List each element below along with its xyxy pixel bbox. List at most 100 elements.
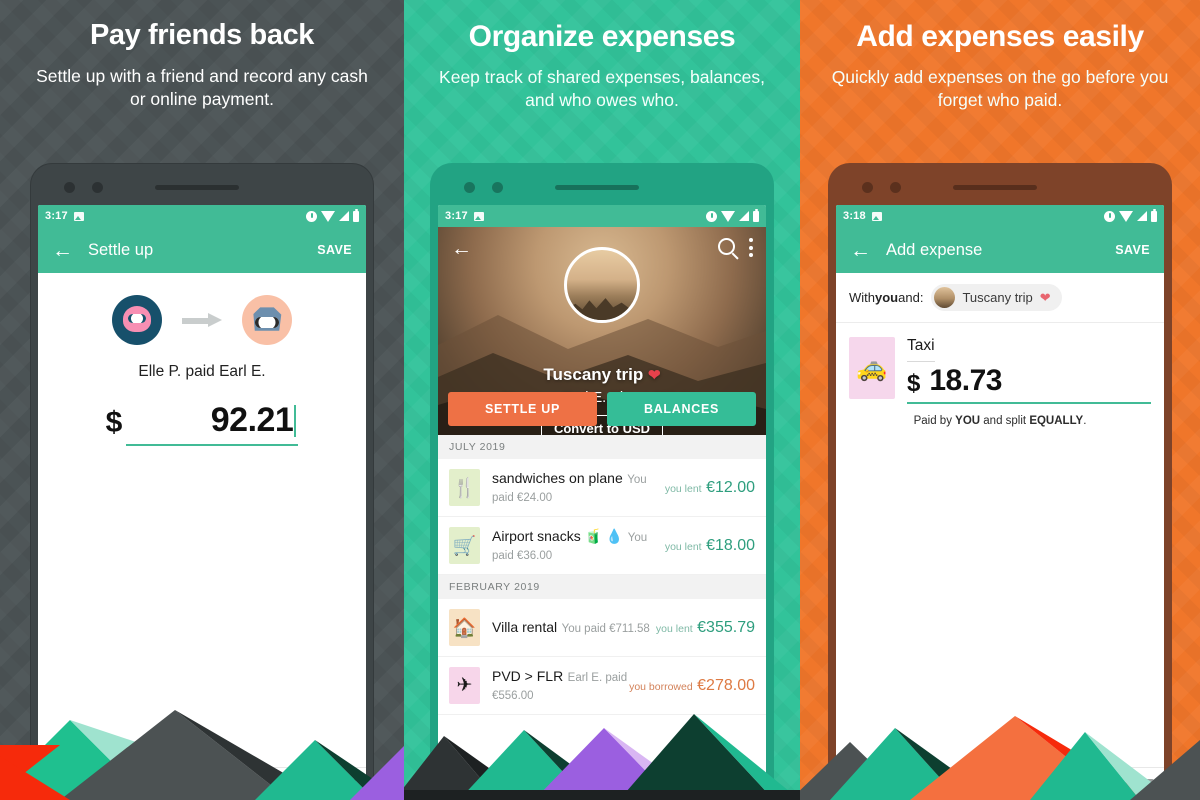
expense-amount: €355.79 [697, 618, 755, 636]
people-icon [120, 779, 139, 792]
alarm-icon [1104, 210, 1115, 222]
panel-pay-friends-back: Pay friends back Settle up with a friend… [0, 0, 404, 800]
panel-headline: Add expenses easily [856, 20, 1144, 53]
signal-icon [339, 211, 349, 221]
meta-date-label: Today [69, 779, 100, 792]
expense-relation-label: you lent [655, 622, 693, 635]
battery-icon [753, 208, 759, 222]
meta-date[interactable]: Today [836, 768, 909, 800]
app-bar: ← Settle up SAVE [38, 227, 366, 273]
expense-row[interactable]: 🛒 Airport snacks 🧃 💧 You paid €36.00 you… [438, 517, 766, 575]
back-arrow-icon[interactable]: ← [850, 240, 876, 261]
avatar-pair [38, 273, 366, 345]
meta-note[interactable] [1127, 768, 1164, 800]
panel-headline: Organize expenses [468, 20, 736, 53]
phone-mockup: 3:18 ← Add expense SAVE With you and: Tu… [828, 163, 1172, 800]
currency-symbol[interactable]: $ [106, 406, 127, 446]
screen-title: Settle up [88, 240, 154, 259]
panel-subhead: Keep track of shared expenses, balances,… [439, 67, 765, 111]
camera-dots-icon [64, 182, 103, 193]
cutlery-icon: 🍴 [449, 469, 480, 506]
expense-row[interactable]: 🏠 Villa rental You paid €711.58 you lent… [438, 599, 766, 657]
meta-group-label: Tuscany trip [943, 779, 1006, 792]
speaker-grill-icon [555, 185, 639, 190]
with-participants-row: With you and: Tuscany trip ❤ [836, 273, 1164, 323]
cart-icon: 🛒 [449, 527, 480, 564]
meta-group[interactable]: Tuscany trip [909, 768, 1088, 800]
speaker-grill-icon [155, 185, 239, 190]
section-header-february: FEBRUARY 2019 [438, 575, 766, 599]
panel-organize-expenses: Organize expenses Keep track of shared e… [404, 0, 800, 800]
amount-input[interactable]: $ 18.73 [907, 355, 1151, 404]
battery-icon [1151, 208, 1157, 222]
taxi-icon[interactable]: 🚕 [849, 337, 895, 399]
status-bar: 3:18 [836, 205, 1164, 227]
search-icon[interactable] [718, 238, 735, 255]
note-icon [1137, 779, 1154, 792]
meta-group[interactable]: Tuscany trip [111, 768, 290, 800]
balances-button[interactable]: BALANCES [607, 392, 756, 426]
expense-amount: €12.00 [706, 478, 755, 496]
meta-camera[interactable] [290, 768, 329, 800]
save-button[interactable]: SAVE [317, 243, 352, 257]
currency-symbol[interactable]: $ [907, 370, 920, 398]
status-time: 3:17 [45, 210, 68, 222]
split-mid: and split [980, 415, 1030, 427]
settle-up-body: Elle P. paid Earl E. $ 92.21 [38, 273, 366, 800]
calendar-icon [48, 778, 62, 793]
phone-mockup: 3:17 ← Tuscany trip ❤ You owe Earl E. Ph… [430, 163, 774, 800]
back-arrow-icon[interactable]: ← [52, 240, 78, 261]
plane-icon: ✈ [449, 667, 480, 704]
wifi-icon [1119, 210, 1133, 222]
app-store-screenshot-set: Pay friends back Settle up with a friend… [0, 0, 1200, 800]
meta-date-label: Today [867, 779, 898, 792]
status-bar: 3:17 [438, 205, 766, 227]
camera-icon [1098, 775, 1116, 793]
phone-screen: 3:18 ← Add expense SAVE With you and: Tu… [836, 205, 1164, 800]
panel-header: Pay friends back Settle up with a friend… [0, 0, 404, 111]
split-method: EQUALLY [1029, 415, 1084, 427]
section-header-july: JULY 2019 [438, 435, 766, 459]
people-icon [918, 779, 937, 792]
expense-amount: €18.00 [706, 536, 755, 554]
signal-icon [1137, 211, 1147, 221]
alarm-icon [306, 210, 317, 222]
settle-up-button[interactable]: SETTLE UP [448, 392, 597, 426]
back-arrow-icon[interactable]: ← [451, 238, 472, 259]
more-vertical-icon[interactable] [749, 238, 753, 261]
meta-note[interactable] [329, 768, 366, 800]
amount-input[interactable]: 92.21 [126, 401, 299, 446]
panel-subhead: Quickly add expenses on the go before yo… [831, 67, 1169, 111]
battery-icon [353, 208, 359, 222]
status-time: 3:18 [843, 210, 866, 222]
group-avatar [564, 247, 640, 323]
alarm-icon [706, 210, 717, 222]
group-hero-header: ← Tuscany trip ❤ You owe Earl E. Phant €… [438, 227, 766, 435]
heart-icon: ❤ [647, 366, 661, 384]
image-icon [871, 211, 882, 221]
expense-relation-label: you lent [664, 540, 702, 553]
split-suffix: . [1083, 415, 1087, 427]
expense-amount: €278.00 [697, 676, 755, 694]
expense-row[interactable]: ✈ PVD > FLR Earl E. paid €556.00 you bor… [438, 657, 766, 715]
description-input[interactable]: Taxi [907, 337, 935, 362]
amount-row: $ 92.21 [38, 401, 366, 446]
panel-add-expenses-easily: Add expenses easily Quickly add expenses… [800, 0, 1200, 800]
camera-dots-icon [464, 182, 503, 193]
save-button[interactable]: SAVE [1115, 243, 1150, 257]
expense-relation-label: you borrowed [629, 680, 693, 693]
with-and: and: [898, 290, 924, 305]
expense-entry-row: 🚕 Taxi $ 18.73 [836, 323, 1164, 404]
meta-camera[interactable] [1088, 768, 1127, 800]
meta-date[interactable]: Today [38, 768, 111, 800]
avatar-payer [112, 295, 162, 345]
split-summary[interactable]: Paid by YOU and split EQUALLY. [836, 404, 1164, 427]
text-caret [294, 405, 297, 437]
expense-meta-bar: Today Tuscany trip [836, 767, 1164, 800]
expense-row[interactable]: 🍴 sandwiches on plane You paid €24.00 yo… [438, 459, 766, 517]
group-chip[interactable]: Tuscany trip ❤ [931, 284, 1062, 311]
panel-subhead: Settle up with a friend and record any c… [36, 65, 368, 110]
image-icon [73, 211, 84, 221]
house-icon: 🏠 [449, 609, 480, 646]
meta-group-label: Tuscany trip [145, 779, 208, 792]
